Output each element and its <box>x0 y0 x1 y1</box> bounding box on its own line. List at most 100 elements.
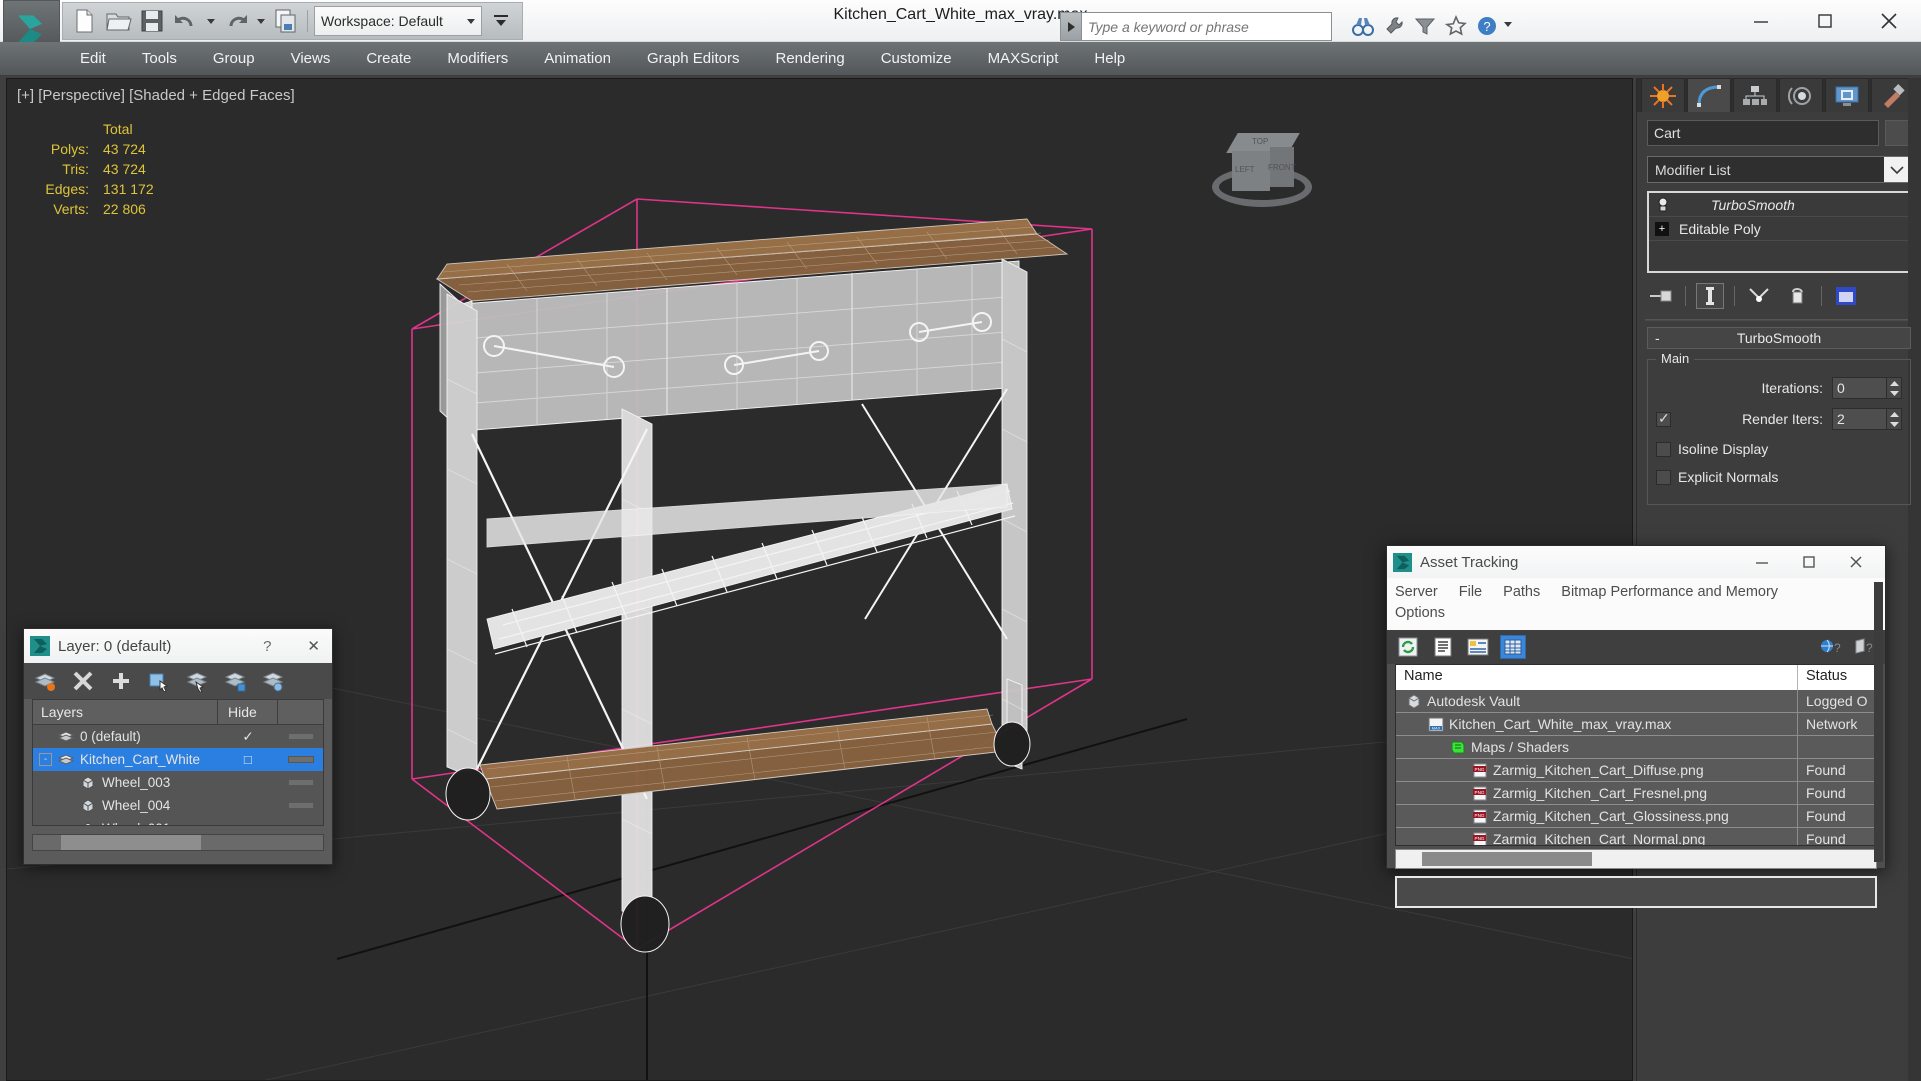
maximize-button[interactable] <box>1785 546 1832 578</box>
explicit-normals-checkbox[interactable] <box>1656 469 1671 485</box>
asset-row[interactable]: Autodesk Vault Logged O <box>1396 690 1876 713</box>
set-current-layer-to-selection-icon[interactable] <box>186 670 208 693</box>
layer-row-freeze[interactable] <box>278 802 323 809</box>
search-dropdown-arrow[interactable] <box>1060 12 1082 41</box>
asset-tracking-vertical-scrollbar[interactable] <box>1874 582 1883 862</box>
modifier-stack[interactable]: TurboSmooth + Editable Poly <box>1647 191 1911 273</box>
render-iters-input[interactable] <box>1832 408 1887 430</box>
open-file-icon[interactable] <box>103 6 133 36</box>
asset-tracking-titlebar[interactable]: Asset Tracking <box>1387 546 1885 578</box>
remove-modifier-icon[interactable] <box>1783 283 1811 309</box>
menu-item-views[interactable]: Views <box>273 42 349 76</box>
layer-row[interactable]: 0 (default) ✓ <box>33 725 323 748</box>
render-iters-spinner[interactable] <box>1887 408 1902 430</box>
layer-horizontal-scrollbar[interactable] <box>32 834 324 851</box>
asset-horizontal-scrollbar[interactable] <box>1395 849 1877 869</box>
menu-item-rendering[interactable]: Rendering <box>757 42 862 76</box>
layer-dialog-titlebar[interactable]: Layer: 0 (default) ? ✕ <box>24 629 332 663</box>
star-icon[interactable] <box>1442 12 1470 40</box>
close-button[interactable] <box>1832 546 1879 578</box>
scrollbar-thumb[interactable] <box>61 835 201 850</box>
asset-menu-bitmap-performance[interactable]: Bitmap Performance and Memory <box>1561 584 1778 600</box>
workspace-selector[interactable]: Workspace: Default <box>314 6 482 36</box>
rollout-collapse-icon[interactable]: - <box>1655 330 1660 346</box>
menu-item-customize[interactable]: Customize <box>863 42 970 76</box>
layer-row[interactable]: Wheel_004 <box>33 794 323 817</box>
motion-tab[interactable] <box>1779 78 1823 112</box>
help-icon[interactable]: ? <box>1473 12 1501 40</box>
detail-view-icon[interactable] <box>1465 635 1491 659</box>
menu-item-maxscript[interactable]: MAXScript <box>970 42 1077 76</box>
stack-item-editable-poly[interactable]: + Editable Poly <box>1649 217 1909 241</box>
minimize-button[interactable] <box>1729 0 1793 42</box>
iterations-input[interactable] <box>1832 377 1887 399</box>
menu-item-tools[interactable]: Tools <box>124 42 195 76</box>
layer-row-freeze[interactable] <box>278 779 323 786</box>
binoculars-icon[interactable] <box>1349 12 1377 40</box>
save-file-icon[interactable] <box>137 6 167 36</box>
asset-row[interactable]: PNG Zarmig_Kitchen_Cart_Fresnel.png Found <box>1396 782 1876 805</box>
asset-row[interactable]: PNG Zarmig_Kitchen_Cart_Diffuse.png Found <box>1396 759 1876 782</box>
rollout-header[interactable]: - TurboSmooth <box>1647 327 1911 349</box>
undo-dropdown-arrow[interactable] <box>205 6 217 36</box>
menu-item-animation[interactable]: Animation <box>526 42 629 76</box>
create-tab[interactable] <box>1641 78 1685 112</box>
layer-row[interactable]: Wheel_001 <box>33 817 323 826</box>
view-cube-body[interactable]: TOP LEFT FRONT <box>1226 133 1300 191</box>
asset-menu-file[interactable]: File <box>1459 584 1482 600</box>
layer-list[interactable]: Layers Hide 0 (default) ✓ - Kitchen_Cart_Wh… <box>32 699 324 826</box>
expand-collapse-icon[interactable]: - <box>39 753 52 766</box>
iterations-spinner[interactable] <box>1887 377 1902 399</box>
wrench-icon[interactable] <box>1380 12 1408 40</box>
asset-row[interactable]: PNG Zarmig_Kitchen_Cart_Normal.png Found <box>1396 828 1876 845</box>
pin-stack-icon[interactable] <box>1647 283 1675 309</box>
help-question-icon[interactable]: ? <box>263 638 271 655</box>
project-folder-icon[interactable] <box>271 6 301 36</box>
layer-row-hide[interactable]: ✓ <box>218 729 278 745</box>
select-highlighted-objects-icon[interactable] <box>224 670 246 692</box>
maximize-button[interactable] <box>1793 0 1857 42</box>
show-end-result-icon[interactable] <box>1696 283 1724 309</box>
workspace-dropdown-arrow[interactable] <box>467 18 475 24</box>
menu-item-group[interactable]: Group <box>195 42 273 76</box>
expand-plus-icon[interactable]: + <box>1655 221 1669 236</box>
help-globe-icon[interactable]: ? <box>1817 635 1843 659</box>
render-iters-checkbox[interactable] <box>1656 410 1671 427</box>
asset-row[interactable]: MAX Kitchen_Cart_White_max_vray.max Networ… <box>1396 713 1876 736</box>
configure-modifier-sets-icon[interactable] <box>1832 283 1860 309</box>
layer-properties-icon[interactable] <box>262 670 284 692</box>
modify-tab[interactable] <box>1687 78 1731 112</box>
search-input[interactable] <box>1082 12 1332 41</box>
asset-row[interactable]: Maps / Shaders <box>1396 736 1876 759</box>
explicit-normals-row[interactable]: Explicit Normals <box>1656 466 1902 488</box>
asset-row[interactable]: PNG Zarmig_Kitchen_Cart_Glossiness.png Fou… <box>1396 805 1876 828</box>
undo-icon[interactable] <box>171 6 201 36</box>
select-objects-in-layer-icon[interactable] <box>148 670 170 693</box>
menu-item-edit[interactable]: Edit <box>62 42 124 76</box>
display-tab[interactable] <box>1825 78 1869 112</box>
filter-icon[interactable] <box>1411 12 1439 40</box>
layer-row-freeze[interactable] <box>278 825 323 826</box>
stack-item-turbosmooth[interactable]: TurboSmooth <box>1649 193 1909 217</box>
layer-row-freeze[interactable] <box>278 756 323 763</box>
minimize-button[interactable] <box>1738 546 1785 578</box>
layer-row-freeze[interactable] <box>278 733 323 740</box>
isoline-display-checkbox[interactable] <box>1656 441 1671 457</box>
menu-item-graph-editors[interactable]: Graph Editors <box>629 42 758 76</box>
command-panel-scroll-strip[interactable] <box>1908 78 1921 1081</box>
asset-list[interactable]: Name Status Autodesk Vault Logged O MAX Kit… <box>1395 664 1877 846</box>
menu-item-modifiers[interactable]: Modifiers <box>429 42 526 76</box>
grid-view-icon[interactable] <box>1500 635 1526 659</box>
layer-row[interactable]: - Kitchen_Cart_White □ <box>33 748 323 771</box>
asset-menu-options[interactable]: Options <box>1395 602 1860 625</box>
delete-layer-icon[interactable] <box>72 670 94 692</box>
isoline-display-row[interactable]: Isoline Display <box>1656 438 1902 460</box>
make-unique-icon[interactable] <box>1745 283 1773 309</box>
add-selection-to-layer-icon[interactable] <box>110 670 132 692</box>
scrollbar-thumb[interactable] <box>1422 852 1592 866</box>
refresh-icon[interactable] <box>1395 635 1421 659</box>
asset-menu-server[interactable]: Server <box>1395 584 1438 600</box>
modifier-list-dropdown[interactable]: Modifier List <box>1647 156 1911 183</box>
view-cube[interactable]: TOP LEFT FRONT <box>1202 119 1322 219</box>
layer-dialog[interactable]: Layer: 0 (default) ? ✕ Layers Hide 0 (de… <box>23 628 333 865</box>
